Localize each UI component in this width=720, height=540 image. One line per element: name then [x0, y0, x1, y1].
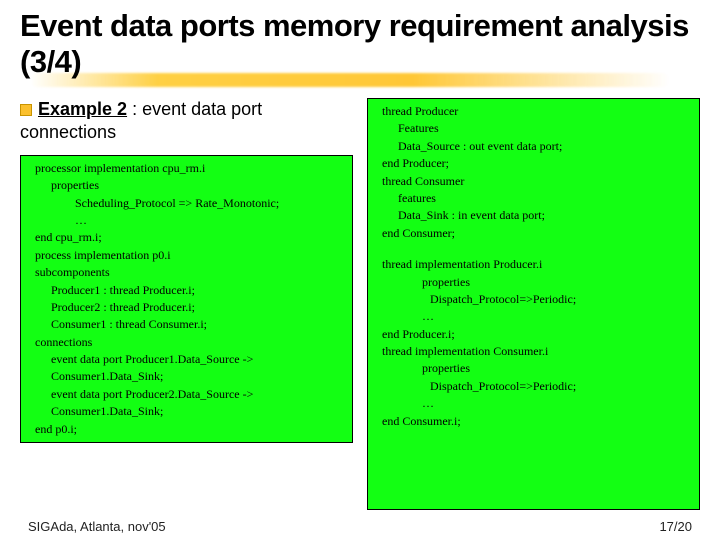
code-line: Dispatch_Protocol=>Periodic;: [374, 378, 693, 395]
code-line: [374, 242, 693, 256]
code-line: properties: [374, 360, 693, 377]
code-line: event data port Producer2.Data_Source ->…: [27, 386, 346, 421]
bullet-label: Example 2: [38, 99, 127, 119]
code-line: features: [374, 190, 693, 207]
code-line: subcomponents: [27, 264, 346, 281]
bullet-line: Example 2 : event data port connections: [20, 98, 353, 145]
code-box-left: processor implementation cpu_rm.ipropert…: [20, 155, 353, 443]
code-line: thread implementation Producer.i: [374, 256, 693, 273]
code-box-right: thread ProducerFeatures Data_Source : ou…: [367, 98, 700, 510]
code-line: end p0.i;: [27, 421, 346, 438]
code-line: properties: [27, 177, 346, 194]
code-line: …: [27, 212, 346, 229]
code-line: Dispatch_Protocol=>Periodic;: [374, 291, 693, 308]
code-line: properties: [374, 274, 693, 291]
code-line: Data_Sink : in event data port;: [374, 207, 693, 224]
code-line: end Producer;: [374, 155, 693, 172]
code-line: end Consumer;: [374, 225, 693, 242]
code-line: end cpu_rm.i;: [27, 229, 346, 246]
page-title: Event data ports memory requirement anal…: [20, 8, 700, 79]
code-line: thread implementation Consumer.i: [374, 343, 693, 360]
code-line: end Producer.i;: [374, 326, 693, 343]
code-line: Consumer1 : thread Consumer.i;: [27, 316, 346, 333]
code-line: thread Consumer: [374, 173, 693, 190]
code-line: Data_Source : out event data port;: [374, 138, 693, 155]
code-line: event data port Producer1.Data_Source ->…: [27, 351, 346, 386]
code-line: processor implementation cpu_rm.i: [27, 160, 346, 177]
code-line: Scheduling_Protocol => Rate_Monotonic;: [27, 195, 346, 212]
code-line: …: [374, 395, 693, 412]
code-line: connections: [27, 334, 346, 351]
bullet-marker-icon: [20, 104, 32, 116]
code-line: process implementation p0.i: [27, 247, 346, 264]
code-line: end Consumer.i;: [374, 413, 693, 430]
code-line: Producer1 : thread Producer.i;: [27, 282, 346, 299]
code-line: Features: [374, 120, 693, 137]
code-line: …: [374, 308, 693, 325]
code-line: thread Producer: [374, 103, 693, 120]
footer-right: 17/20: [659, 519, 692, 534]
footer-left: SIGAda, Atlanta, nov'05: [28, 519, 166, 534]
code-line: Producer2 : thread Producer.i;: [27, 299, 346, 316]
